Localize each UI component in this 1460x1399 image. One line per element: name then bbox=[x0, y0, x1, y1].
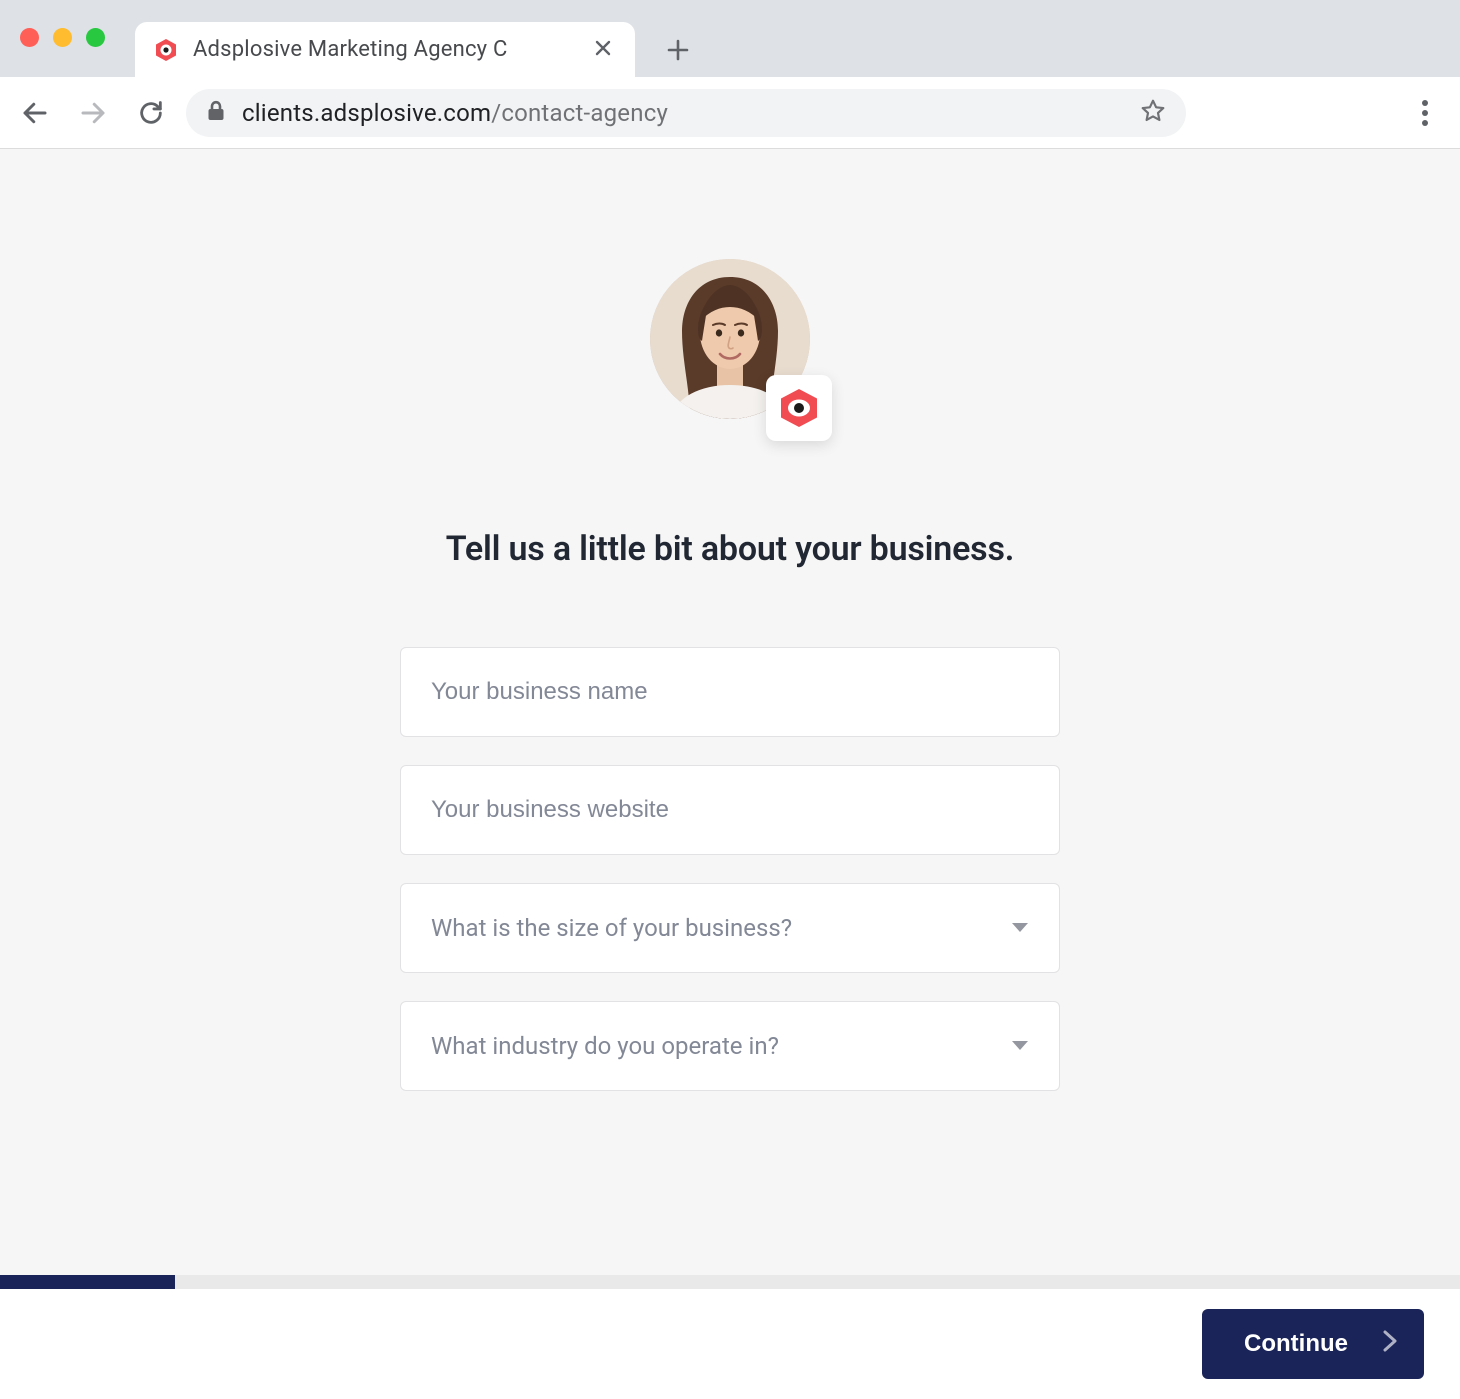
browser-menu-button[interactable] bbox=[1402, 90, 1448, 136]
browser-tabstrip: Adsplosive Marketing Agency C bbox=[0, 0, 1460, 77]
chevron-right-icon bbox=[1382, 1329, 1398, 1360]
window-close-button[interactable] bbox=[20, 28, 39, 47]
active-tab[interactable]: Adsplosive Marketing Agency C bbox=[135, 22, 635, 77]
bookmark-star-icon[interactable] bbox=[1140, 98, 1166, 128]
business-name-input[interactable] bbox=[431, 678, 1029, 706]
progress-fill bbox=[0, 1275, 175, 1289]
browser-toolbar: clients.adsplosive.com/contact-agency bbox=[0, 77, 1460, 149]
tab-title: Adsplosive Marketing Agency C bbox=[193, 37, 507, 62]
window-minimize-button[interactable] bbox=[53, 28, 72, 47]
chevron-down-icon bbox=[1011, 919, 1029, 938]
brand-badge bbox=[766, 375, 832, 441]
new-tab-button[interactable] bbox=[655, 27, 701, 73]
footer-bar: Continue bbox=[0, 1289, 1460, 1399]
business-size-label: What is the size of your business? bbox=[431, 914, 792, 942]
window-fullscreen-button[interactable] bbox=[86, 28, 105, 47]
window-controls bbox=[20, 28, 105, 47]
business-form: What is the size of your business? What … bbox=[400, 647, 1060, 1091]
tab-favicon bbox=[153, 37, 179, 63]
business-website-field-wrap bbox=[400, 765, 1060, 855]
address-bar[interactable]: clients.adsplosive.com/contact-agency bbox=[186, 89, 1186, 137]
nav-forward-button[interactable] bbox=[70, 90, 116, 136]
tab-close-icon[interactable] bbox=[593, 36, 613, 64]
url-path: /contact-agency bbox=[491, 99, 668, 127]
business-name-field-wrap bbox=[400, 647, 1060, 737]
progress-track bbox=[0, 1275, 1460, 1289]
chevron-down-icon bbox=[1011, 1037, 1029, 1056]
page-content: Tell us a little bit about your business… bbox=[0, 149, 1460, 1289]
lock-icon bbox=[206, 100, 226, 126]
business-website-input[interactable] bbox=[431, 796, 1029, 824]
hexagon-eye-icon bbox=[777, 386, 821, 430]
continue-label: Continue bbox=[1244, 1330, 1348, 1358]
nav-back-button[interactable] bbox=[12, 90, 58, 136]
industry-label: What industry do you operate in? bbox=[431, 1032, 779, 1060]
nav-reload-button[interactable] bbox=[128, 90, 174, 136]
url-text: clients.adsplosive.com/contact-agency bbox=[242, 99, 668, 127]
url-host: clients.adsplosive.com bbox=[242, 99, 491, 127]
industry-select[interactable]: What industry do you operate in? bbox=[400, 1001, 1060, 1091]
continue-button[interactable]: Continue bbox=[1202, 1309, 1424, 1379]
page-heading: Tell us a little bit about your business… bbox=[446, 529, 1014, 569]
avatar bbox=[650, 259, 810, 419]
business-size-select[interactable]: What is the size of your business? bbox=[400, 883, 1060, 973]
